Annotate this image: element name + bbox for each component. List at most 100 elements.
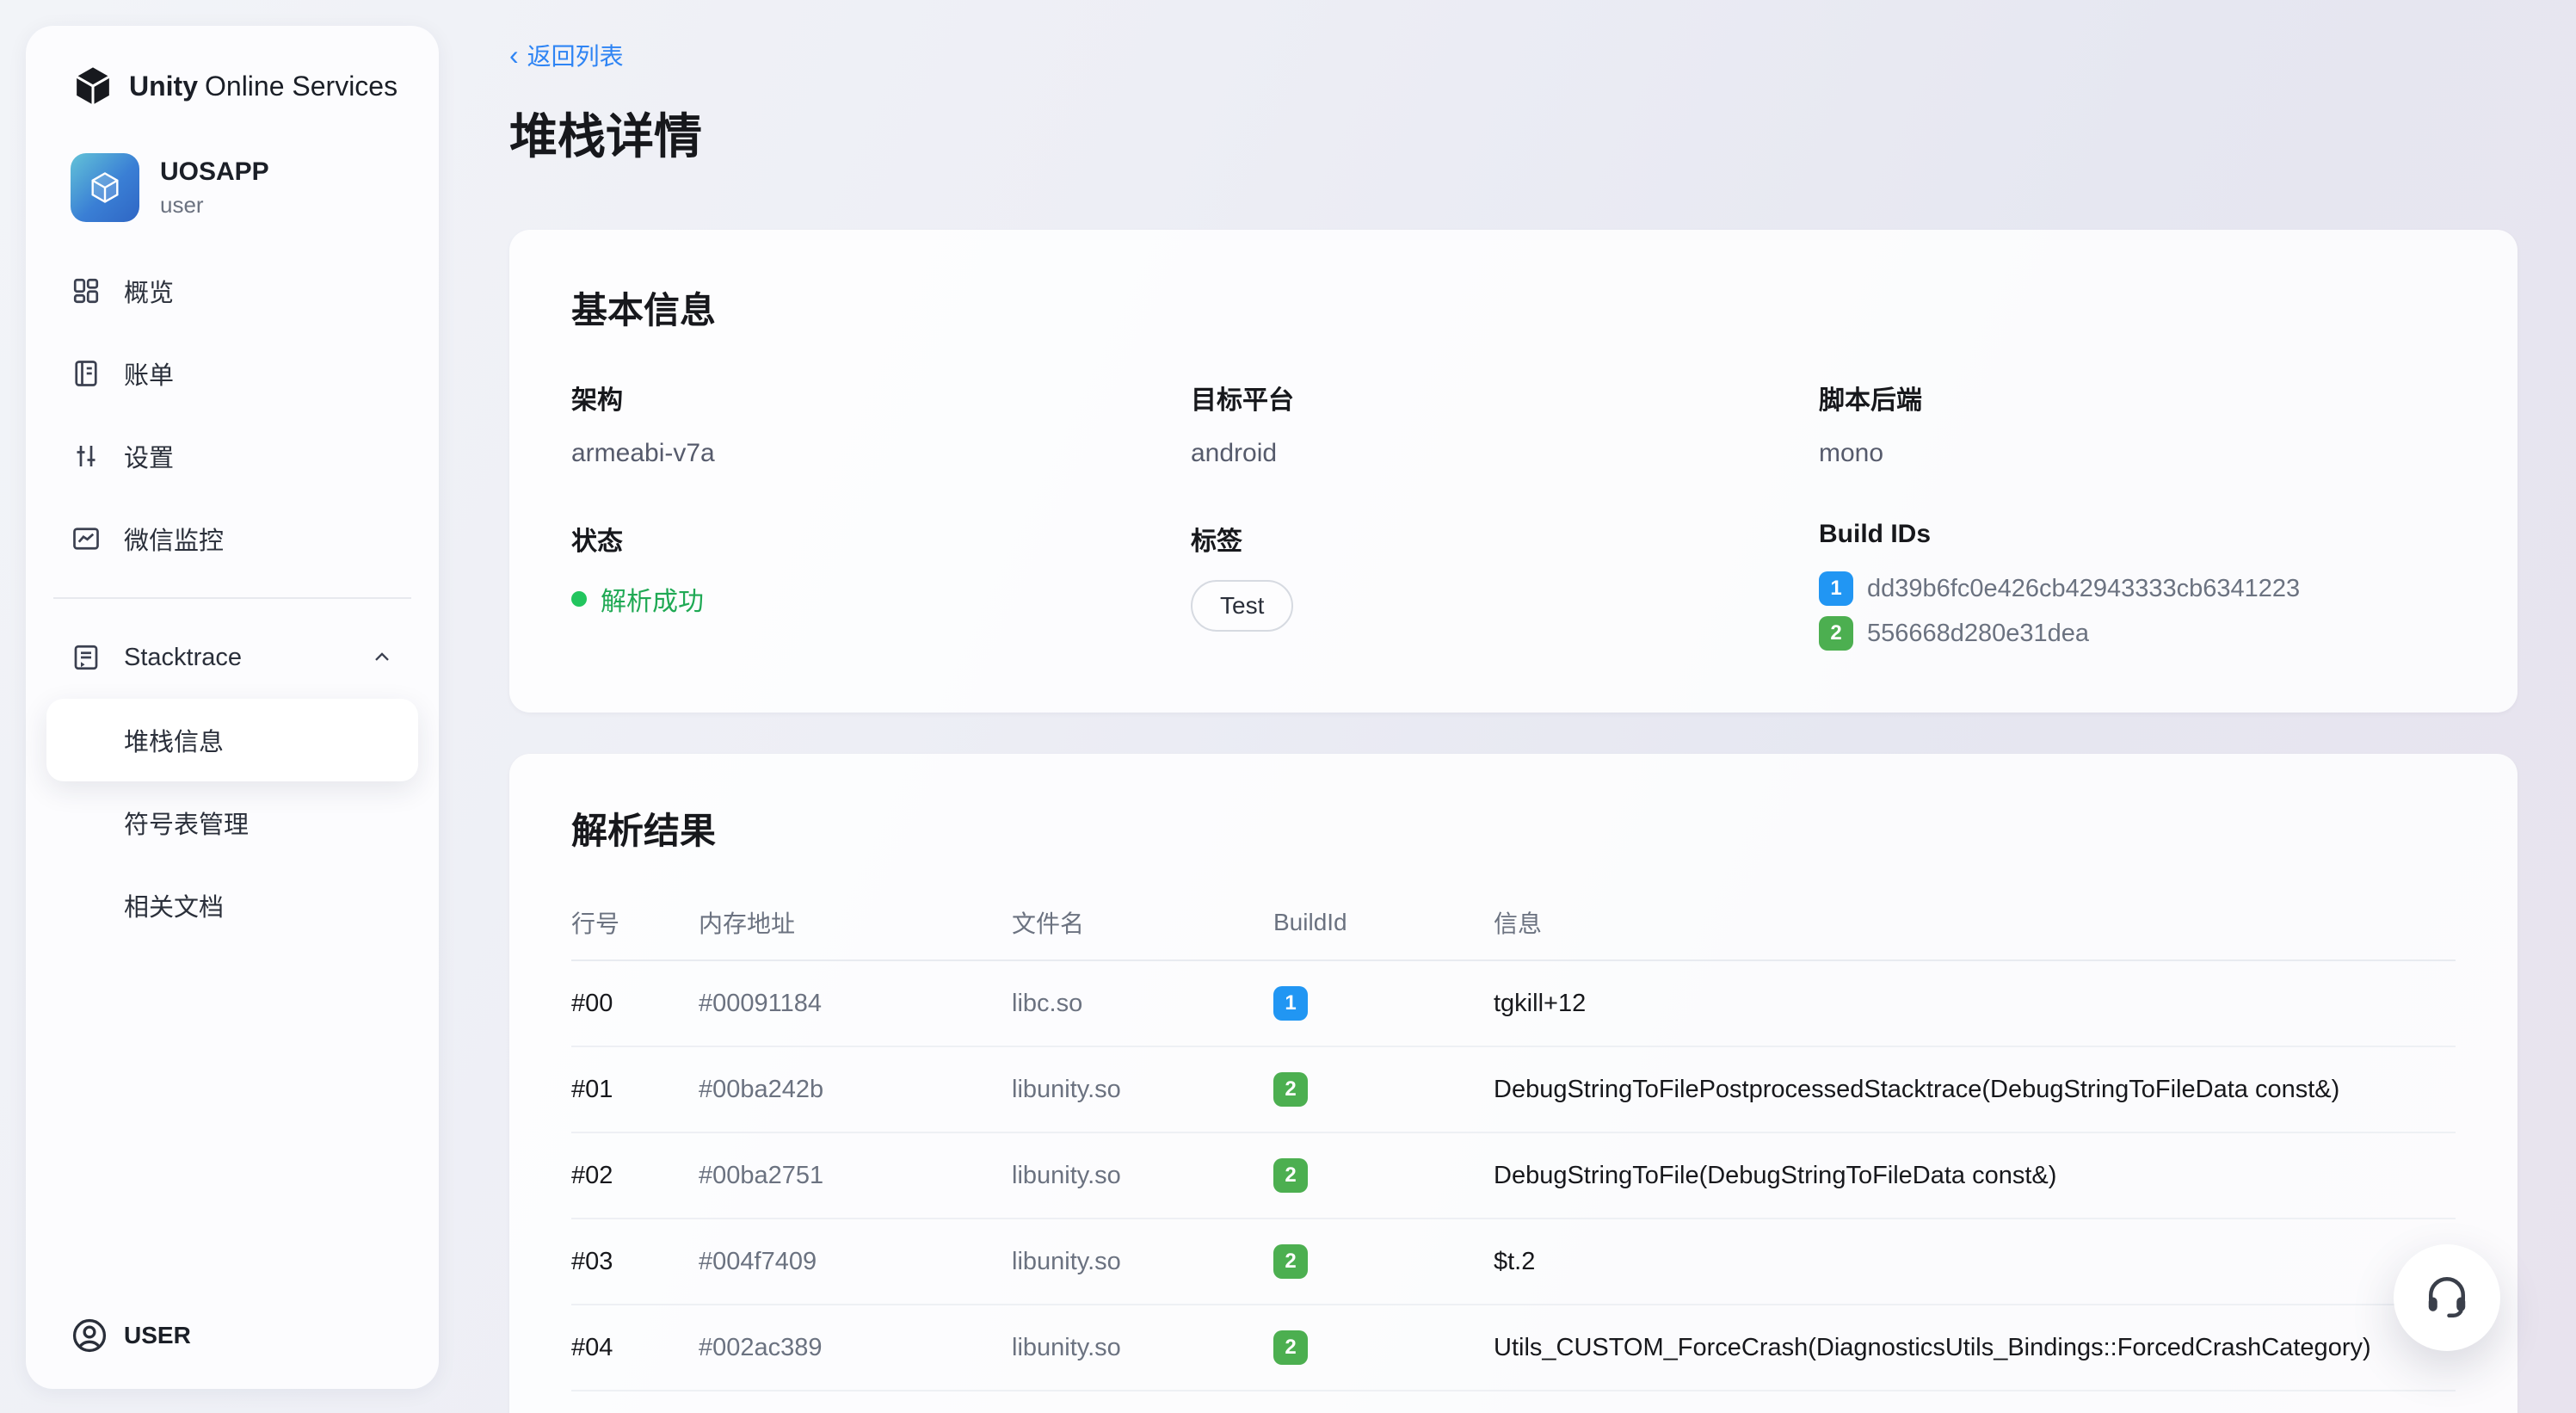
table-row: #02 #00ba2751 libunity.so 2 DebugStringT… (571, 1133, 2456, 1219)
buildid-badge: 1 (1273, 986, 1308, 1021)
row-info: DebugStringToFilePostprocessedStacktrace… (1494, 1076, 2456, 1104)
field-label: Build IDs (1819, 520, 2456, 549)
row-address: #002ac389 (699, 1334, 1012, 1362)
unity-logo-icon (71, 64, 115, 108)
row-address: #00091184 (699, 990, 1012, 1018)
app-cube-icon (71, 153, 139, 222)
table-row: #00 #00091184 libc.so 1 tgkill+12 (571, 961, 2456, 1047)
col-filename: 文件名 (1012, 905, 1273, 940)
build-id-row: 2 556668d280e31dea (1819, 616, 2456, 651)
field-label: 架构 (571, 379, 1191, 416)
app-selector[interactable]: UOSAPP user (46, 153, 418, 222)
row-filename: libc.so (1012, 990, 1273, 1018)
sidebar-item-label: 符号表管理 (124, 805, 249, 841)
sidebar-subitem-symbol-table[interactable]: 符号表管理 (46, 781, 418, 864)
support-button[interactable] (2394, 1244, 2500, 1351)
basic-info-title: 基本信息 (571, 281, 2456, 334)
page-title: 堆栈详情 (509, 98, 2517, 168)
field-tags: 标签 Test (1191, 520, 1819, 651)
row-line: #02 (571, 1162, 699, 1190)
back-link-label: 返回列表 (527, 38, 624, 72)
row-filename: libunity.so (1012, 1076, 1273, 1104)
sidebar-subitem-stack-info[interactable]: 堆栈信息 (46, 699, 418, 781)
row-line: #00 (571, 990, 699, 1018)
status-dot-icon (571, 591, 587, 607)
field-architecture: 架构 armeabi-v7a (571, 379, 1191, 468)
basic-info-card: 基本信息 架构 armeabi-v7a 目标平台 android 脚本后端 mo… (509, 230, 2517, 713)
results-table: 行号 内存地址 文件名 BuildId 信息 #00 #00091184 lib… (571, 885, 2456, 1391)
sidebar-item-label: 微信监控 (124, 521, 224, 557)
row-filename: libunity.so (1012, 1248, 1273, 1276)
row-info: $t.2 (1494, 1248, 2456, 1276)
sidebar-item-billing[interactable]: 账单 (46, 332, 418, 415)
field-build-ids: Build IDs 1 dd39b6fc0e426cb42943333cb634… (1819, 520, 2456, 651)
sidebar-item-label: 设置 (124, 438, 174, 474)
row-buildid: 2 (1273, 1330, 1494, 1365)
monitor-chart-icon (71, 523, 102, 554)
col-address: 内存地址 (699, 905, 1012, 940)
page: UnityOnline Services UOSAPP user 概览 (0, 0, 2576, 1413)
user-label: USER (124, 1322, 191, 1349)
field-script-backend: 脚本后端 mono (1819, 379, 2456, 468)
buildid-badge: 2 (1273, 1244, 1308, 1279)
col-line: 行号 (571, 905, 699, 940)
field-label: 状态 (571, 520, 1191, 558)
buildid-badge: 2 (1273, 1072, 1308, 1107)
grid-icon (71, 275, 102, 306)
row-buildid: 2 (1273, 1158, 1494, 1193)
field-label: 脚本后端 (1819, 379, 2456, 416)
row-buildid: 2 (1273, 1072, 1494, 1107)
sidebar-subitem-related-docs[interactable]: 相关文档 (46, 864, 418, 947)
main-content: ‹ 返回列表 堆栈详情 基本信息 架构 armeabi-v7a 目标平台 and… (509, 0, 2517, 1413)
table-row: #04 #002ac389 libunity.so 2 Utils_CUSTOM… (571, 1305, 2456, 1391)
sidebar-item-label: 账单 (124, 355, 174, 392)
row-info: tgkill+12 (1494, 990, 2456, 1018)
table-row: #03 #004f7409 libunity.so 2 $t.2 (571, 1219, 2456, 1305)
row-address: #004f7409 (699, 1248, 1012, 1276)
field-value: mono (1819, 439, 2456, 468)
sidebar-nav: 概览 账单 设置 微信监控 (46, 250, 418, 947)
back-link[interactable]: ‹ 返回列表 (509, 38, 624, 72)
build-id-value: 556668d280e31dea (1867, 620, 2089, 648)
buildid-badge: 2 (1819, 616, 1853, 651)
status-badge: 解析成功 (571, 580, 1191, 618)
build-id-value: dd39b6fc0e426cb42943333cb6341223 (1867, 575, 2300, 603)
col-buildid: BuildId (1273, 909, 1494, 936)
sliders-icon (71, 441, 102, 472)
col-info: 信息 (1494, 905, 2456, 940)
buildid-badge: 1 (1819, 571, 1853, 606)
sidebar-item-label: 相关文档 (124, 887, 224, 923)
field-label: 标签 (1191, 520, 1819, 558)
chevron-left-icon: ‹ (509, 41, 519, 69)
sidebar-divider (53, 597, 411, 599)
table-header-row: 行号 内存地址 文件名 BuildId 信息 (571, 885, 2456, 961)
field-value: android (1191, 439, 1819, 468)
app-meta: UOSAPP user (160, 157, 269, 219)
brand-bold: Unity (129, 71, 198, 102)
stacktrace-doc-icon (71, 642, 102, 673)
sidebar-item-stacktrace[interactable]: Stacktrace (46, 616, 418, 699)
sidebar-item-overview[interactable]: 概览 (46, 250, 418, 332)
invoice-icon (71, 358, 102, 389)
chevron-up-icon (370, 645, 394, 669)
user-avatar-icon (71, 1317, 108, 1354)
sidebar: UnityOnline Services UOSAPP user 概览 (26, 26, 439, 1389)
buildid-badge: 2 (1273, 1158, 1308, 1193)
row-line: #04 (571, 1334, 699, 1362)
row-filename: libunity.so (1012, 1334, 1273, 1362)
row-filename: libunity.so (1012, 1162, 1273, 1190)
tag-pill: Test (1191, 580, 1293, 632)
results-title: 解析结果 (571, 802, 2456, 855)
row-address: #00ba242b (699, 1076, 1012, 1104)
buildid-badge: 2 (1273, 1330, 1308, 1365)
row-line: #01 (571, 1076, 699, 1104)
user-menu[interactable]: USER (46, 1317, 418, 1354)
sidebar-item-label: 概览 (124, 273, 174, 309)
table-row: #01 #00ba242b libunity.so 2 DebugStringT… (571, 1047, 2456, 1133)
brand-rest: Online Services (205, 71, 397, 102)
sidebar-item-settings[interactable]: 设置 (46, 415, 418, 497)
brand-text: UnityOnline Services (129, 71, 397, 102)
sidebar-item-wechat-monitor[interactable]: 微信监控 (46, 497, 418, 580)
sidebar-item-label: Stacktrace (124, 644, 348, 672)
results-card: 解析结果 行号 内存地址 文件名 BuildId 信息 #00 #0009118… (509, 754, 2517, 1413)
